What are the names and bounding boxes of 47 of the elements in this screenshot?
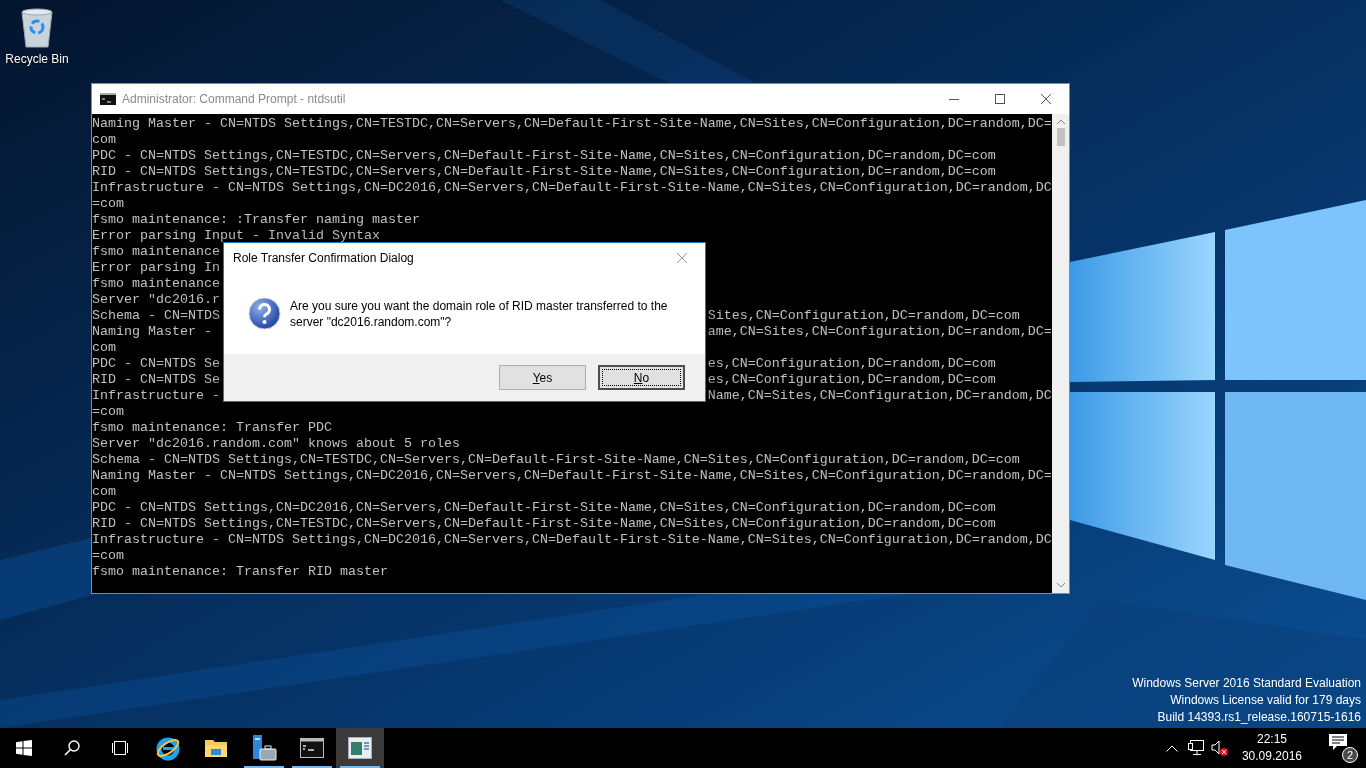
console-line: RID - CN=NTDS Settings,CN=TESTDC,CN=Servers,CN=Default-First-Site-Name,CN=Sites,CN=Configuration,DC=random,DC=com <box>92 164 996 180</box>
console-line: RID - CN=NTDS Se <box>92 372 220 388</box>
console-line: PDC - CN=NTDS Settings,CN=TESTDC,CN=Servers,CN=Default-First-Site-Name,CN=Sites,CN=Configuration,DC=random,DC=com <box>92 148 996 164</box>
console-line: =com <box>92 196 124 212</box>
console-line: PDC - CN=NTDS Se <box>92 356 220 372</box>
console-line: Schema - CN=NTDS <box>92 308 220 324</box>
dialog-title: Role Transfer Confirmation Dialog <box>233 251 415 265</box>
console-line: fsmo maintenance: Transfer PDC <box>92 420 332 436</box>
console-line: fsmo maintenance <box>92 244 220 260</box>
console-line: Sites,CN=Configuration,DC=random,DC=com <box>707 308 1020 324</box>
notifications-button[interactable]: 2 <box>1328 733 1358 763</box>
console-line: Naming Master - <box>92 324 213 340</box>
clock-date[interactable]: 30.09.2016 <box>1241 748 1302 765</box>
console-line: PDC - CN=NTDS Settings,CN=DC2016,CN=Servers,CN=Default-First-Site-Name,CN=Sites,CN=Configuration,DC=random,DC=com <box>92 500 996 516</box>
console-line: Infrastructure - CN=NTDS Settings,CN=DC2016,CN=Servers,CN=Default-First-Site-Name,CN=Sites,CN=Configuration,DC=random,DC <box>92 180 1052 196</box>
console-line: es,CN=Configuration,DC=random,DC=com <box>707 372 996 388</box>
console-line: com <box>92 340 116 356</box>
console-line: RID - CN=NTDS Settings,CN=TESTDC,CN=Servers,CN=Default-First-Site-Name,CN=Sites,CN=Configuration,DC=random,DC=com <box>92 516 996 532</box>
console-line: fsmo maintenance: Transfer RID master <box>92 564 388 580</box>
build-info-text: Windows Server 2016 Standard Evaluation <box>1132 675 1361 692</box>
console-line: ame,CN=Sites,CN=Configuration,DC=random,DC= <box>707 324 1052 340</box>
notification-count: 2 <box>1342 747 1358 763</box>
clock-time[interactable]: 22:15 <box>1256 731 1287 748</box>
console-line: fsmo maintenance <box>92 276 220 292</box>
dialog-message: Are you sure you want the domain role of RID master transferred to the server "dc2016.random.com"? <box>290 297 669 330</box>
console-line: Server "dc2016.random.com" knows about 5 roles <box>92 436 460 452</box>
console-line: =com <box>92 404 124 420</box>
console-line: Naming Master - CN=NTDS Settings,CN=DC2016,CN=Servers,CN=Default-First-Site-Name,CN=Sites,CN=Configuration,DC=random,DC= <box>92 468 1052 484</box>
no-button[interactable]: No <box>598 365 685 390</box>
console-line: Error parsing In <box>92 260 220 276</box>
build-info-text: Build 14393.rs1_release.160715-1616 <box>1157 709 1361 726</box>
console-line: Infrastructure - CN=NTDS Settings,CN=DC2016,CN=Servers,CN=Default-First-Site-Name,CN=Sites,CN=Configuration,DC=random,DC <box>92 532 1052 548</box>
console-line: Schema - CN=NTDS Settings,CN=TESTDC,CN=Servers,CN=Default-First-Site-Name,CN=Sites,CN=Configuration,DC=random,DC=com <box>92 452 1020 468</box>
console-line: Infrastructure - <box>92 388 220 404</box>
console-line: Name,CN=Sites,CN=Configuration,DC=random,DC <box>707 388 1052 404</box>
console-line: Server "dc2016.r <box>92 292 220 308</box>
build-info-text: Windows License valid for 179 days <box>1170 692 1361 709</box>
window-title: Administrator: Command Prompt - ntdsutil <box>122 92 347 106</box>
yes-button[interactable]: Yes <box>499 365 586 390</box>
console-line: com <box>92 132 116 148</box>
console-line: Naming Master - CN=NTDS Settings,CN=TESTDC,CN=Servers,CN=Default-First-Site-Name,CN=Sites,CN=Configuration,DC=random,DC= <box>92 116 1052 132</box>
console-line: es,CN=Configuration,DC=random,DC=com <box>707 356 996 372</box>
console-line: Error parsing Input - Invalid Syntax <box>92 228 380 244</box>
console-line: fsmo maintenance: :Transfer naming master <box>92 212 420 228</box>
desktop-icon-label[interactable]: Recycle Bin <box>5 52 69 66</box>
console-line: =com <box>92 548 124 564</box>
console-line: com <box>92 484 116 500</box>
